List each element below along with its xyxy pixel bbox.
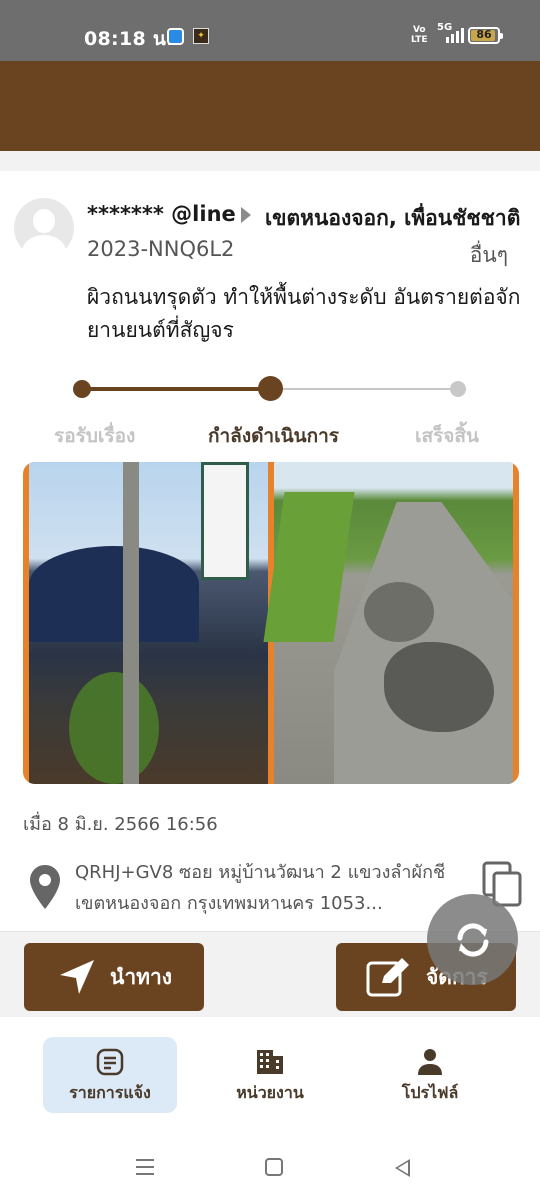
refresh-button[interactable] — [427, 894, 518, 985]
report-description: ผิวถนนทรุดตัว ทำให้พื้นต่างระดับ อันตราย… — [87, 285, 521, 342]
app-notification-icon-2: ✦ — [193, 28, 209, 44]
system-navigation-bar — [0, 1137, 540, 1200]
nav-label-profile: โปรไฟล์ — [401, 1083, 459, 1102]
bottom-navigation: รายการแจ้ง หน่วยงาน โปรไฟล์ — [0, 1017, 540, 1137]
status-time: 08:18 น. — [84, 28, 174, 50]
list-icon — [96, 1048, 124, 1076]
step-label-in-progress: กำลังดำเนินการ — [208, 425, 339, 447]
volte-icon: Vo LTE — [411, 25, 428, 45]
report-address: QRHJ+GV8 ซอย หมู่บ้านวัฒนา 2 แขวงลำผักชี… — [75, 862, 446, 914]
edit-icon — [366, 958, 409, 997]
battery-level: 86 — [476, 28, 492, 41]
case-id: 2023-NNQ6L2 — [87, 237, 235, 261]
report-card: ******* @line เขตหนองจอก, เพื่อนชัชชาติ … — [0, 171, 540, 932]
step-label-done: เสร็จสิ้น — [415, 425, 480, 447]
location-pin-icon — [30, 865, 60, 909]
caret-right-icon — [241, 207, 251, 223]
photo-road[interactable] — [263, 462, 513, 784]
nav-item-reports[interactable]: รายการแจ้ง — [43, 1037, 177, 1113]
step-dot-done — [450, 381, 466, 397]
recent-apps-icon[interactable] — [136, 1159, 154, 1175]
refresh-icon — [457, 922, 488, 957]
home-icon[interactable] — [265, 1158, 283, 1176]
signal-icon — [446, 28, 464, 43]
building-icon — [257, 1050, 283, 1074]
navigate-label: นำทาง — [110, 964, 173, 989]
nav-label-agencies: หน่วยงาน — [236, 1083, 304, 1102]
navigate-button[interactable]: นำทาง — [24, 943, 204, 1011]
category-label: อื่นๆ — [469, 243, 508, 267]
back-icon[interactable] — [395, 1159, 410, 1177]
battery-icon: 86 — [468, 27, 503, 44]
app-notification-icon — [167, 28, 184, 45]
report-date: เมื่อ 8 มิ.ย. 2566 16:56 — [23, 814, 218, 835]
step-label-received: รอรับเรื่อง — [54, 425, 136, 447]
step-dot-received — [73, 380, 91, 398]
step-dot-in-progress — [258, 376, 283, 401]
nav-item-agencies[interactable]: หน่วยงาน — [203, 1037, 337, 1113]
district-name: เขตหนองจอก, เพื่อนชัชชาติ — [265, 206, 521, 230]
app-header — [0, 61, 540, 151]
status-bar: 08:18 น. ✦ Vo LTE 5G 86 — [0, 0, 540, 61]
report-photos[interactable] — [23, 462, 519, 784]
person-icon — [418, 1049, 442, 1075]
nav-item-profile[interactable]: โปรไฟล์ — [363, 1037, 497, 1113]
avatar — [14, 198, 74, 258]
status-progress — [73, 376, 466, 401]
photo-before[interactable] — [29, 462, 268, 784]
reporter-name: ******* @line — [87, 202, 236, 226]
navigation-arrow-icon — [60, 960, 94, 994]
nav-label-reports: รายการแจ้ง — [69, 1083, 151, 1102]
